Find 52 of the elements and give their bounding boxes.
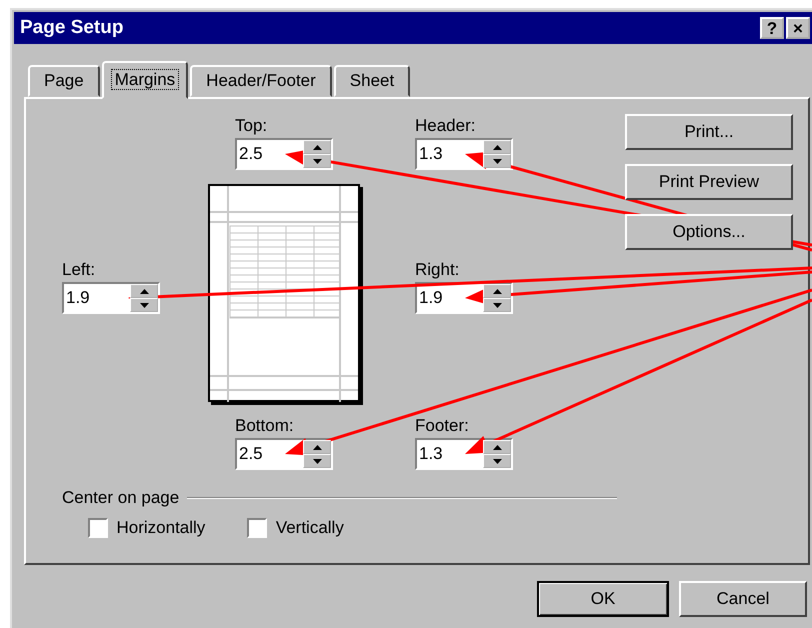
down-arrow-icon: [492, 458, 502, 464]
spin-down-button[interactable]: [303, 154, 331, 168]
spin-down-button[interactable]: [130, 298, 158, 312]
down-arrow-icon: [140, 302, 148, 308]
help-button[interactable]: ?: [760, 17, 784, 39]
spin-field[interactable]: 1.3: [415, 138, 513, 170]
spin-up-button[interactable]: [303, 140, 331, 154]
spin-up-button[interactable]: [483, 284, 511, 298]
field-label: Top:: [234, 114, 268, 136]
up-arrow-icon: [492, 444, 502, 450]
tab[interactable]: Page: [28, 65, 100, 97]
up-arrow-icon: [312, 144, 322, 150]
down-arrow-icon: [312, 458, 322, 464]
group-title: Center on page: [62, 487, 180, 510]
dialog-button[interactable]: OK: [537, 581, 669, 617]
spin-field[interactable]: 2.5: [235, 138, 333, 170]
action-button[interactable]: Print...: [625, 114, 793, 150]
tab[interactable]: Sheet: [334, 65, 410, 97]
spin-field[interactable]: 1.3: [415, 438, 513, 470]
field-label: Footer:: [415, 414, 470, 436]
down-arrow-icon: [492, 158, 502, 164]
dialog-button[interactable]: Cancel: [679, 581, 807, 617]
action-button[interactable]: Options...: [625, 214, 793, 250]
spin-field[interactable]: 1.9: [62, 282, 160, 314]
spin-down-button[interactable]: [483, 298, 511, 312]
tab[interactable]: Margins: [102, 61, 188, 99]
action-button[interactable]: Print Preview: [625, 164, 793, 200]
down-arrow-icon: [492, 302, 502, 308]
spin-up-button[interactable]: [130, 284, 158, 298]
close-button[interactable]: ×: [786, 17, 810, 39]
spin-down-button[interactable]: [483, 454, 511, 468]
field-label: Right:: [415, 258, 460, 280]
spin-down-button[interactable]: [303, 454, 331, 468]
up-arrow-icon: [140, 288, 148, 294]
spin-up-button[interactable]: [303, 440, 331, 454]
checkbox-label: Horizontally: [116, 517, 206, 540]
spin-up-button[interactable]: [483, 140, 511, 154]
spin-field[interactable]: 2.5: [235, 438, 333, 470]
down-arrow-icon: [312, 158, 322, 164]
up-arrow-icon: [492, 288, 502, 294]
tab[interactable]: Header/Footer: [190, 65, 332, 97]
up-arrow-icon: [312, 444, 322, 450]
spin-up-button[interactable]: [483, 440, 511, 454]
checkbox-label: Vertically: [276, 517, 344, 540]
field-label: Bottom:: [234, 414, 295, 436]
up-arrow-icon: [492, 144, 502, 150]
spin-down-button[interactable]: [483, 154, 511, 168]
window-title: Page Setup: [20, 16, 124, 40]
checkbox[interactable]: [247, 518, 268, 538]
field-label: Header:: [415, 114, 476, 136]
field-label: Left:: [62, 258, 96, 280]
checkbox[interactable]: [88, 518, 108, 538]
